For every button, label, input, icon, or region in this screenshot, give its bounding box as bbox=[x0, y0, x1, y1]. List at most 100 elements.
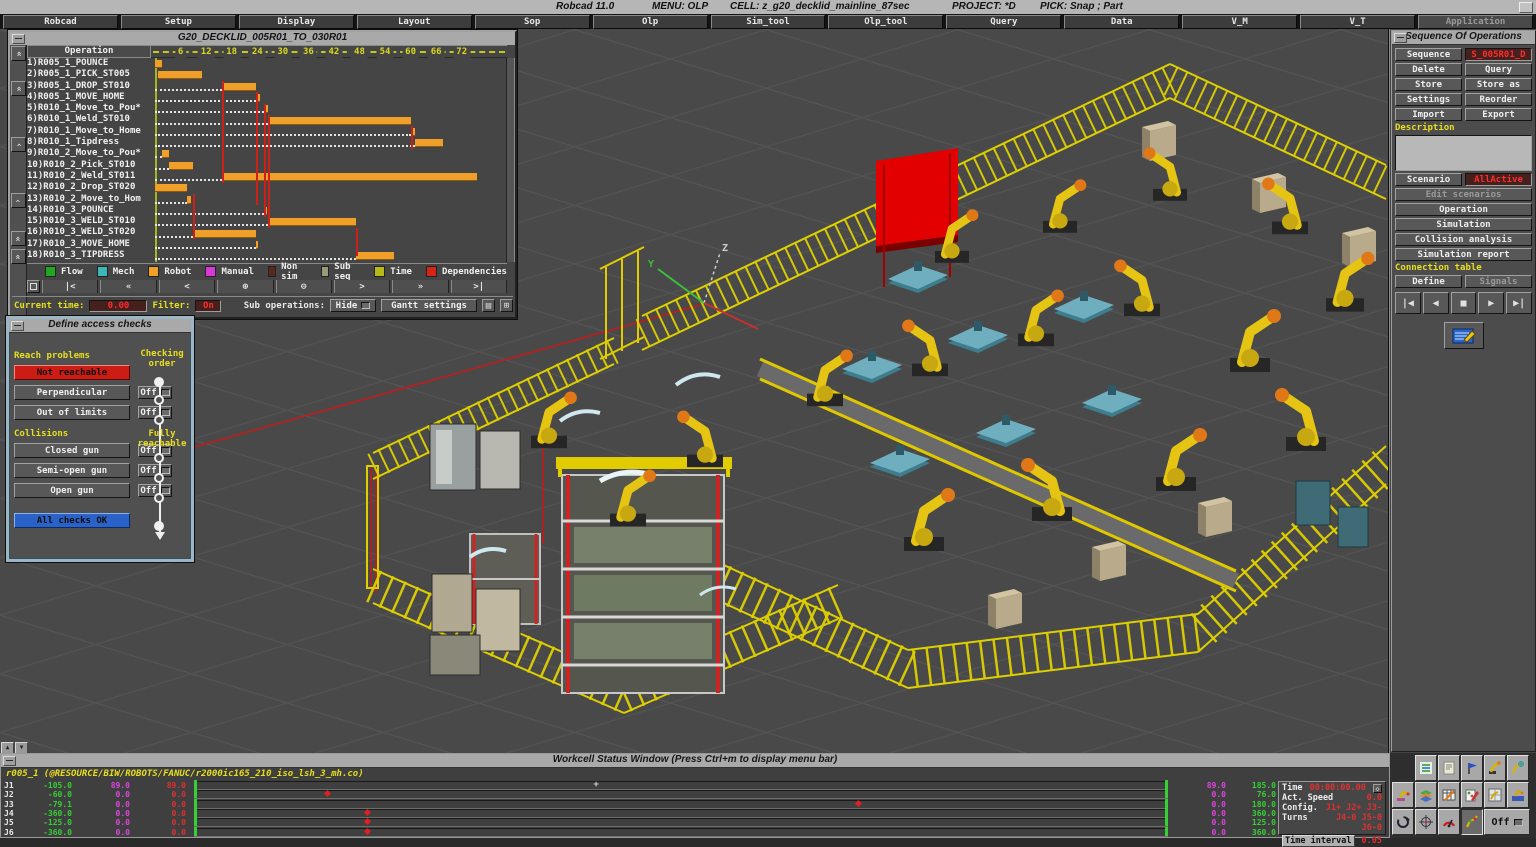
simulation-button[interactable]: Simulation bbox=[1395, 218, 1532, 231]
joint-slider[interactable] bbox=[194, 828, 1168, 837]
gantt-row[interactable] bbox=[151, 182, 507, 193]
menu-v_t[interactable]: V_T bbox=[1300, 15, 1415, 29]
out-of-limits-button[interactable]: Out of limits bbox=[14, 405, 130, 420]
operation-label[interactable]: 8)R010_1_Tipdress bbox=[27, 137, 151, 148]
operation-label[interactable]: 9)R010_2_Move_to_Pou* bbox=[27, 148, 151, 159]
center-view-icon[interactable] bbox=[1415, 809, 1437, 835]
open-gun-button[interactable]: Open gun bbox=[14, 483, 130, 498]
markup-pen-icon[interactable] bbox=[1461, 782, 1483, 808]
operation-label[interactable]: 16)R010_3_WELD_ST020 bbox=[27, 227, 151, 238]
menu-application[interactable]: Application bbox=[1418, 15, 1533, 29]
define-button[interactable]: Define bbox=[1395, 275, 1462, 288]
store-as-button[interactable]: Store as bbox=[1465, 78, 1532, 91]
playback-play-icon[interactable]: ▶ bbox=[1478, 292, 1504, 314]
operation-label[interactable]: 3)R005_1_DROP_ST010 bbox=[27, 81, 151, 92]
speed-gauge-icon[interactable] bbox=[1438, 809, 1460, 835]
time-spinner-icon[interactable]: ◇ bbox=[1373, 784, 1382, 793]
gantt-row[interactable] bbox=[151, 194, 507, 205]
gantt-row[interactable] bbox=[151, 115, 507, 126]
operation-label[interactable]: 13)R010_2_Move_to_Hom bbox=[27, 194, 151, 205]
operation-label[interactable]: 11)R010_2_Weld_ST011 bbox=[27, 171, 151, 182]
minimize-icon[interactable] bbox=[1394, 33, 1407, 43]
gantt-bar[interactable] bbox=[169, 162, 193, 170]
table-edit-icon[interactable] bbox=[1438, 782, 1460, 808]
gantt-row[interactable] bbox=[151, 205, 507, 216]
robot-arm-icon[interactable] bbox=[1392, 782, 1414, 808]
gantt-nav-back[interactable]: < bbox=[159, 280, 215, 293]
soo-titlebar[interactable]: Sequence Of Operations bbox=[1392, 31, 1535, 45]
joint-slider[interactable] bbox=[194, 800, 1168, 809]
gantt-row[interactable] bbox=[151, 126, 507, 137]
gantt-nav-forward[interactable]: > bbox=[334, 280, 390, 293]
minimize-icon[interactable] bbox=[3, 756, 16, 766]
closed-gun-button[interactable]: Closed gun bbox=[14, 443, 130, 458]
export-button[interactable]: Export bbox=[1465, 108, 1532, 121]
operation-label[interactable]: 4)R005_1_MOVE_HOME bbox=[27, 92, 151, 103]
gantt-minimize-icon[interactable]: ▤ bbox=[482, 299, 495, 312]
simulation-report-button[interactable]: Simulation report bbox=[1395, 248, 1532, 261]
time-interval-label[interactable]: Time interval bbox=[1282, 835, 1355, 847]
operation-label[interactable]: 12)R010_2_Drop_ST020 bbox=[27, 182, 151, 193]
gantt-nav-last[interactable]: >| bbox=[451, 280, 507, 293]
store-button[interactable]: Store bbox=[1395, 78, 1462, 91]
playback-first-icon[interactable]: |◀ bbox=[1395, 292, 1421, 314]
gantt-settings-button[interactable]: Gantt settings bbox=[381, 299, 477, 312]
scroll-pagedown-icon[interactable]: » bbox=[11, 231, 26, 246]
toolbar-off-dropdown[interactable]: Off bbox=[1484, 809, 1530, 835]
gantt-row[interactable] bbox=[151, 58, 507, 69]
scroll-top-icon[interactable]: « bbox=[11, 46, 26, 61]
joint-slider[interactable] bbox=[194, 809, 1168, 818]
gantt-row[interactable] bbox=[151, 160, 507, 171]
import-button[interactable]: Import bbox=[1395, 108, 1462, 121]
operation-label[interactable]: 15)R010_3_WELD_ST010 bbox=[27, 216, 151, 227]
not-reachable-button[interactable]: Not reachable bbox=[14, 365, 130, 380]
operation-label[interactable]: 7)R010_1_Move_to_Home bbox=[27, 126, 151, 137]
scroll-pageup-icon[interactable]: « bbox=[11, 81, 26, 96]
operation-button[interactable]: Operation bbox=[1395, 203, 1532, 216]
time-ruler[interactable]: 61218243036424854606672 bbox=[151, 45, 507, 58]
operation-label[interactable]: 5)R010_1_Move_to_Pou* bbox=[27, 103, 151, 114]
robot-cell-icon[interactable] bbox=[1484, 782, 1506, 808]
scenario-button[interactable]: Scenario bbox=[1395, 173, 1462, 186]
minimize-icon[interactable] bbox=[12, 34, 25, 44]
operation-label[interactable]: 18)R010_3_TIPDRESS bbox=[27, 250, 151, 261]
semi-open-gun-button[interactable]: Semi-open gun bbox=[14, 463, 130, 478]
gantt-bar[interactable] bbox=[256, 241, 258, 249]
perpendicular-button[interactable]: Perpendicular bbox=[14, 385, 130, 400]
gantt-bar[interactable] bbox=[222, 173, 476, 181]
joint-slider[interactable] bbox=[194, 818, 1168, 827]
menu-robcad[interactable]: Robcad bbox=[3, 15, 118, 29]
gantt-row[interactable] bbox=[151, 81, 507, 92]
gantt-bar[interactable] bbox=[415, 139, 443, 147]
scenario-value-field[interactable]: AllActive bbox=[1465, 173, 1532, 186]
gantt-bar[interactable] bbox=[155, 184, 187, 192]
gantt-row[interactable] bbox=[151, 171, 507, 182]
gantt-bar[interactable] bbox=[155, 60, 162, 68]
minimize-icon[interactable] bbox=[11, 321, 24, 331]
gantt-expand-icon[interactable]: ⊞ bbox=[500, 299, 513, 312]
layers-icon[interactable] bbox=[1415, 782, 1437, 808]
gantt-row[interactable] bbox=[151, 69, 507, 80]
current-time-field[interactable]: 0.00 bbox=[89, 300, 147, 312]
menu-query[interactable]: Query bbox=[946, 15, 1061, 29]
gantt-row[interactable] bbox=[151, 103, 507, 114]
gantt-bar[interactable] bbox=[193, 230, 256, 238]
robot-table-icon[interactable] bbox=[1507, 782, 1529, 808]
sub-operations-dropdown[interactable]: Hide bbox=[330, 299, 376, 312]
playback-last-icon[interactable]: ▶| bbox=[1506, 292, 1532, 314]
sequence-list-icon[interactable] bbox=[1415, 755, 1437, 781]
menu-layout[interactable]: Layout bbox=[357, 15, 472, 29]
playback-reverse-icon[interactable]: ◀ bbox=[1423, 292, 1449, 314]
menu-olp_tool[interactable]: Olp_tool bbox=[828, 15, 943, 29]
operation-label[interactable]: 1)R005_1_POUNCE bbox=[27, 58, 151, 69]
joint-jog-icon[interactable] bbox=[1461, 809, 1483, 835]
scroll-bottom-icon[interactable]: » bbox=[11, 249, 26, 264]
menu-data[interactable]: Data bbox=[1064, 15, 1179, 29]
report-scroll-icon[interactable] bbox=[1438, 755, 1460, 781]
status-titlebar[interactable]: Workcell Status Window (Press Ctrl+m to … bbox=[1, 754, 1389, 768]
scroll-up-icon[interactable]: ‹ bbox=[11, 137, 26, 152]
path-editor-icon[interactable] bbox=[1444, 322, 1484, 349]
delete-button[interactable]: Delete bbox=[1395, 63, 1462, 76]
gantt-row[interactable] bbox=[151, 92, 507, 103]
scroll-down-icon[interactable]: › bbox=[11, 193, 26, 208]
